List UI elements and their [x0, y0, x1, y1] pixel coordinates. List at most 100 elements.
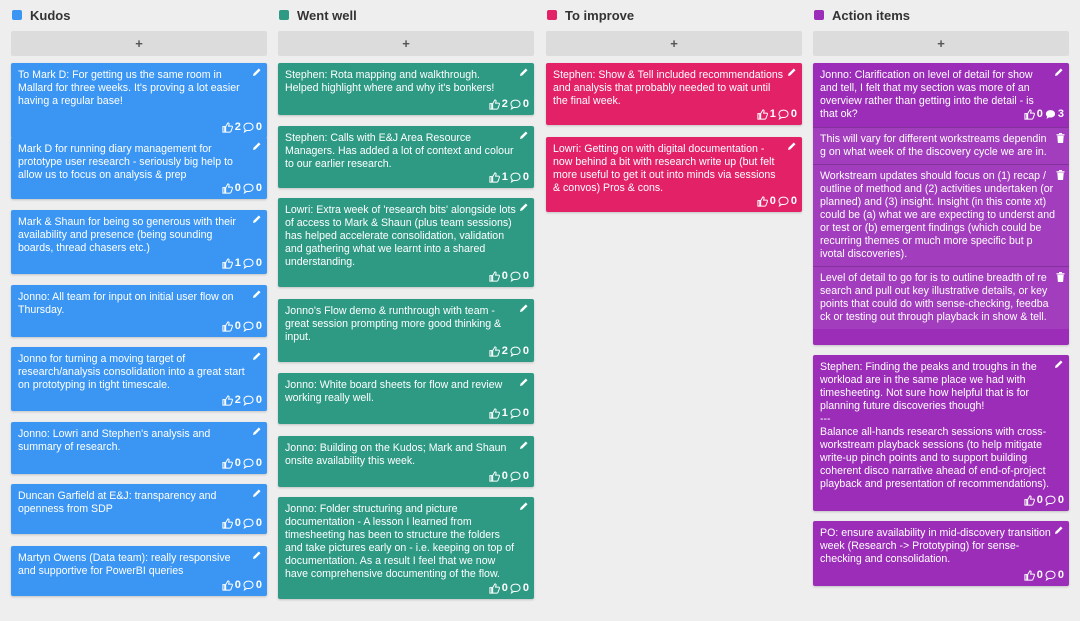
- like-count: 0: [234, 517, 241, 529]
- edit-pencil-icon[interactable]: [519, 440, 529, 450]
- delete-reply-icon[interactable]: [1056, 133, 1065, 143]
- column-color-swatch: [279, 10, 289, 20]
- retro-card[interactable]: Duncan Garfield at E&J: transparency and…: [11, 484, 267, 534]
- card-votes: 20: [222, 121, 262, 134]
- comment-icon[interactable]: [243, 458, 254, 469]
- edit-pencil-icon[interactable]: [519, 130, 529, 140]
- thumbs-up-icon[interactable]: [489, 271, 500, 282]
- edit-pencil-icon[interactable]: [252, 289, 262, 299]
- retro-card[interactable]: Jonno: All team for input on initial use…: [11, 285, 267, 337]
- comment-icon[interactable]: [243, 395, 254, 406]
- retro-card[interactable]: Stephen: Rota mapping and walkthrough. H…: [278, 63, 534, 115]
- retro-card[interactable]: Jonno's Flow demo & runthrough with team…: [278, 299, 534, 362]
- retro-card[interactable]: PO: ensure availability in mid-discovery…: [813, 521, 1069, 586]
- thumbs-up-icon[interactable]: [757, 196, 768, 207]
- comment-icon[interactable]: [510, 99, 521, 110]
- thumbs-up-icon[interactable]: [1024, 570, 1035, 581]
- card-text: Stephen: Rota mapping and walkthrough. H…: [285, 69, 495, 94]
- thumbs-up-icon[interactable]: [1024, 495, 1035, 506]
- thumbs-up-icon[interactable]: [222, 321, 233, 332]
- thumbs-up-icon[interactable]: [222, 395, 233, 406]
- retro-card[interactable]: Mark D for running diary management for …: [11, 137, 267, 199]
- comment-count: 0: [255, 257, 262, 269]
- comment-icon[interactable]: [243, 580, 254, 591]
- comment-icon[interactable]: [778, 109, 789, 120]
- retro-card[interactable]: Martyn Owens (Data team): really respons…: [11, 546, 267, 596]
- retro-card[interactable]: Lowri: Extra week of 'research bits' alo…: [278, 198, 534, 287]
- comment-icon[interactable]: [1045, 495, 1056, 506]
- retro-card[interactable]: Stephen: Show & Tell included recommenda…: [546, 63, 802, 125]
- edit-pencil-icon[interactable]: [252, 67, 262, 77]
- comment-count: 0: [522, 470, 529, 482]
- thumbs-up-icon[interactable]: [222, 458, 233, 469]
- thumbs-up-icon[interactable]: [222, 258, 233, 269]
- edit-pencil-icon[interactable]: [1054, 359, 1064, 369]
- comment-count: 0: [522, 582, 529, 594]
- comment-count: 0: [790, 195, 797, 207]
- delete-reply-icon[interactable]: [1056, 170, 1065, 180]
- edit-pencil-icon[interactable]: [519, 377, 529, 387]
- edit-pencil-icon[interactable]: [519, 67, 529, 77]
- thumbs-up-icon[interactable]: [1024, 109, 1035, 120]
- comment-icon[interactable]: [778, 196, 789, 207]
- comment-icon[interactable]: [510, 408, 521, 419]
- thumbs-up-icon[interactable]: [489, 99, 500, 110]
- comment-icon[interactable]: [243, 122, 254, 133]
- add-card-button[interactable]: +: [546, 31, 802, 56]
- edit-pencil-icon[interactable]: [252, 351, 262, 361]
- add-card-button[interactable]: +: [278, 31, 534, 56]
- comment-icon[interactable]: [243, 258, 254, 269]
- comment-icon[interactable]: [510, 271, 521, 282]
- edit-pencil-icon[interactable]: [787, 67, 797, 77]
- comment-icon[interactable]: [243, 518, 254, 529]
- retro-card[interactable]: Stephen: Finding the peaks and troughs i…: [813, 355, 1069, 511]
- retro-card[interactable]: Mark & Shaun for being so generous with …: [11, 210, 267, 274]
- edit-pencil-icon[interactable]: [252, 550, 262, 560]
- retro-card[interactable]: Jonno: White board sheets for flow and r…: [278, 373, 534, 424]
- comment-icon[interactable]: [1045, 570, 1056, 581]
- retro-card[interactable]: Lowri: Getting on with digital documenta…: [546, 137, 802, 212]
- retro-card[interactable]: To Mark D: For getting us the same room …: [11, 63, 267, 138]
- comment-icon[interactable]: [243, 183, 254, 194]
- thumbs-up-icon[interactable]: [489, 408, 500, 419]
- thumbs-up-icon[interactable]: [222, 518, 233, 529]
- thumbs-up-icon[interactable]: [489, 172, 500, 183]
- card-text: To Mark D: For getting us the same room …: [18, 69, 240, 107]
- thumbs-up-icon[interactable]: [222, 183, 233, 194]
- comment-icon[interactable]: [510, 172, 521, 183]
- card-votes: 00: [1024, 569, 1064, 582]
- card-text: Mark D for running diary management for …: [18, 143, 233, 181]
- comment-icon[interactable]: [1045, 109, 1056, 120]
- card-text: PO: ensure availability in mid-discovery…: [820, 527, 1051, 565]
- edit-pencil-icon[interactable]: [252, 426, 262, 436]
- edit-pencil-icon[interactable]: [252, 488, 262, 498]
- retro-card[interactable]: Jonno: Folder structuring and picture do…: [278, 497, 534, 599]
- comment-icon[interactable]: [510, 346, 521, 357]
- retro-card[interactable]: Jonno: Clarification on level of detail …: [813, 63, 1069, 345]
- edit-pencil-icon[interactable]: [787, 141, 797, 151]
- add-card-button[interactable]: +: [11, 31, 267, 56]
- edit-pencil-icon[interactable]: [1054, 67, 1064, 77]
- retro-card[interactable]: Jonno: Building on the Kudos; Mark and S…: [278, 436, 534, 487]
- thumbs-up-icon[interactable]: [222, 122, 233, 133]
- delete-reply-icon[interactable]: [1056, 272, 1065, 282]
- thumbs-up-icon[interactable]: [489, 583, 500, 594]
- thumbs-up-icon[interactable]: [757, 109, 768, 120]
- retro-card[interactable]: Jonno: Lowri and Stephen's analysis and …: [11, 422, 267, 474]
- retro-card[interactable]: Jonno for turning a moving target of res…: [11, 347, 267, 411]
- edit-pencil-icon[interactable]: [519, 202, 529, 212]
- thumbs-up-icon[interactable]: [489, 346, 500, 357]
- retro-card[interactable]: Stephen: Calls with E&J Area Resource Ma…: [278, 126, 534, 188]
- card-text: Lowri: Extra week of 'research bits' alo…: [285, 204, 516, 268]
- add-card-button[interactable]: +: [813, 31, 1069, 56]
- comment-icon[interactable]: [243, 321, 254, 332]
- edit-pencil-icon[interactable]: [252, 141, 262, 151]
- comment-icon[interactable]: [510, 471, 521, 482]
- edit-pencil-icon[interactable]: [1054, 525, 1064, 535]
- edit-pencil-icon[interactable]: [519, 303, 529, 313]
- thumbs-up-icon[interactable]: [489, 471, 500, 482]
- edit-pencil-icon[interactable]: [519, 501, 529, 511]
- thumbs-up-icon[interactable]: [222, 580, 233, 591]
- comment-icon[interactable]: [510, 583, 521, 594]
- edit-pencil-icon[interactable]: [252, 214, 262, 224]
